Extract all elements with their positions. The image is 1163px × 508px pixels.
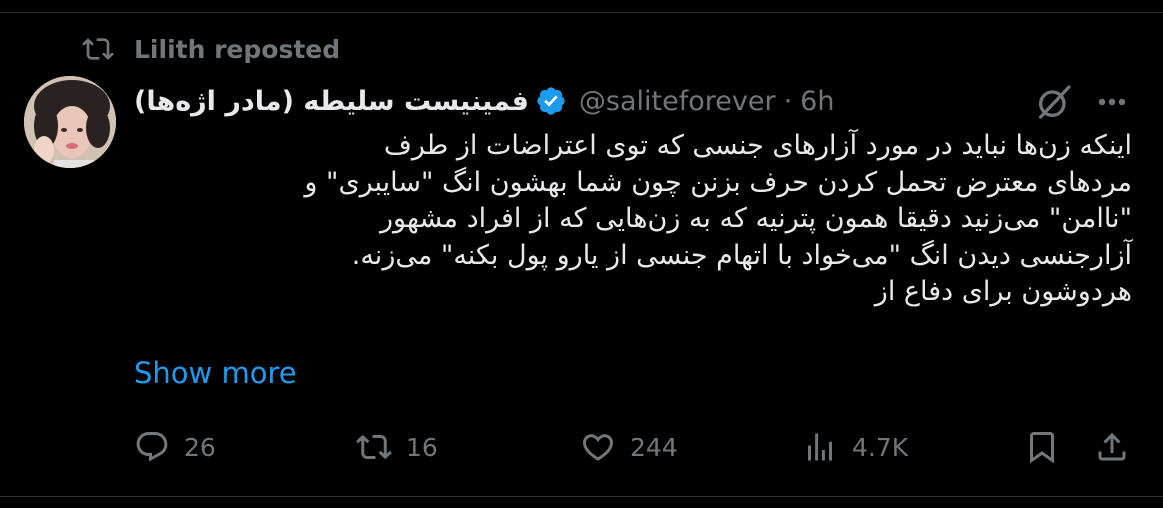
grok-icon[interactable] [1034, 82, 1074, 122]
reply-icon [136, 432, 168, 462]
header-separator: · [783, 85, 793, 117]
like-icon [582, 434, 614, 461]
retweet-icon [356, 434, 392, 460]
retweet-count: 16 [406, 432, 438, 462]
top-divider [0, 12, 1163, 13]
tweet-actions: 26 16 244 4.7K [134, 424, 1134, 470]
avatar-image [24, 76, 116, 168]
tweet-header: فمینیست سلیطه (مادر اژه‌ها) @saliteforev… [134, 80, 914, 122]
views-icon [808, 433, 832, 461]
bookmark-button[interactable] [1024, 424, 1074, 470]
tweet-line: "ناامن" می‌زنید دقیقا همون پترنیه که به … [380, 203, 1132, 234]
share-button[interactable] [1094, 424, 1144, 470]
views-count: 4.7K [852, 432, 909, 462]
bottom-divider [0, 496, 1163, 497]
tweet-line: اینکه زن‌ها نباید در مورد آزارهای جنسی ک… [383, 130, 1132, 161]
retweet-button[interactable]: 16 [356, 424, 438, 470]
more-icon[interactable] [1090, 84, 1134, 120]
repost-label: Lilith reposted [134, 34, 341, 64]
repost-icon [82, 38, 114, 60]
tweet-line: آزارجنسی دیدن انگ "می‌خواد با اتهام جنسی… [351, 239, 1132, 271]
share-icon [1098, 432, 1126, 461]
reply-count: 26 [184, 432, 216, 462]
tweet-line: مردهای معترض تحمل کردن حرف بزنن چون شما … [304, 166, 1132, 198]
views-button[interactable]: 4.7K [802, 424, 908, 470]
author-handle[interactable]: @saliteforever [579, 86, 776, 117]
like-count: 244 [630, 432, 678, 462]
bookmark-icon [1030, 432, 1054, 464]
author-name[interactable]: فمینیست سلیطه (مادر اژه‌ها) [134, 86, 529, 117]
repost-context[interactable]: Lilith reposted [82, 32, 340, 66]
tweet-time[interactable]: 6h [800, 86, 834, 117]
tweet-text: اینکه زن‌ها نباید در مورد آزارهای جنسی ک… [132, 128, 1132, 311]
verified-badge-icon[interactable] [535, 85, 567, 117]
avatar[interactable] [24, 76, 116, 168]
reply-button[interactable]: 26 [134, 424, 216, 470]
tweet-line: هردوشون برای دفاع از [874, 276, 1132, 307]
show-more-link[interactable]: Show more [134, 356, 297, 390]
like-button[interactable]: 244 [580, 424, 678, 470]
